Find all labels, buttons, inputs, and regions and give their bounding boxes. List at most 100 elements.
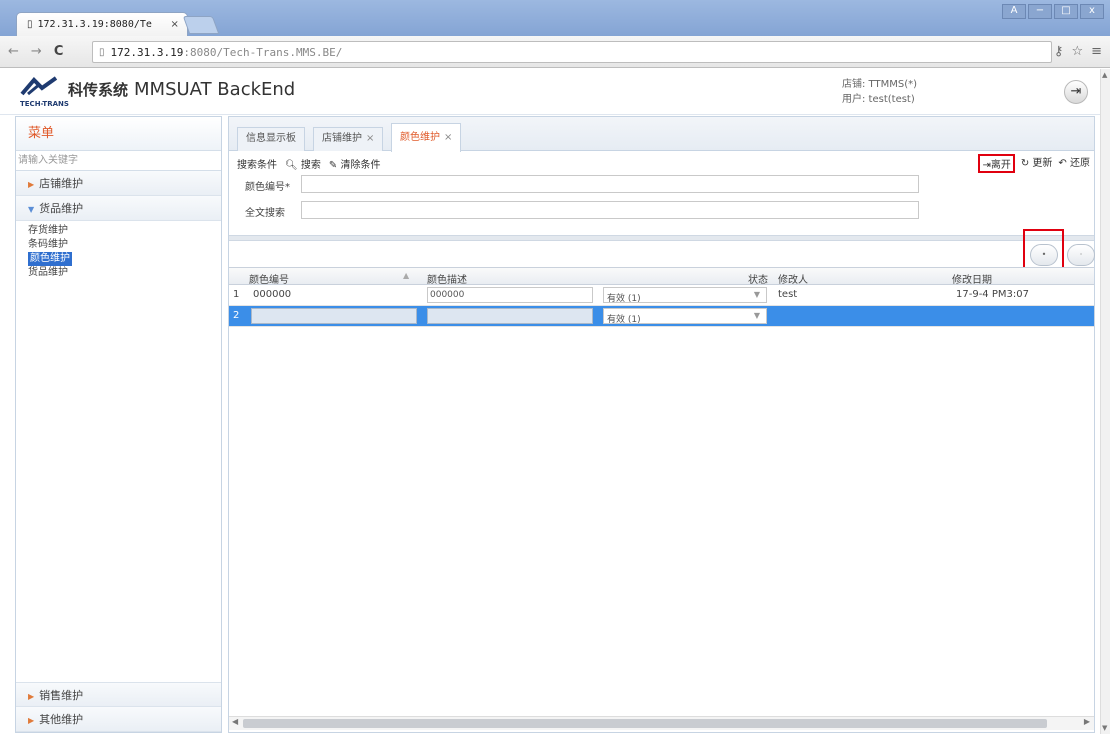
restore-button[interactable]: ↶ 还原 [1058, 154, 1090, 173]
dropdown-arrow-icon: ▼ [753, 311, 760, 320]
fulltext-input[interactable] [301, 201, 919, 219]
col-header-status[interactable]: 状态 [748, 271, 768, 286]
app-header: TECH-TRANS 科传系统 MMSUAT BackEnd 店铺: TTMMS(… [0, 69, 1100, 115]
refresh-icon: ↻ [1020, 158, 1030, 169]
menu-icon[interactable]: ≡ [1091, 44, 1102, 59]
cell-code[interactable]: 000000 [253, 289, 291, 300]
sort-icon: ▲ [403, 271, 410, 280]
sidebar-item-stock[interactable]: 存货维护 [28, 224, 221, 238]
star-icon[interactable]: ☆ [1071, 44, 1083, 59]
back-icon[interactable]: ← [8, 44, 19, 59]
sidebar-group-sales[interactable]: ▶ 销售维护 [16, 682, 221, 707]
search-toolbar: 搜索条件 🔍︎ 搜索 ✎ 清除条件 [237, 156, 380, 171]
data-grid: 颜色编号 ▲ 颜色描述 状态 修改人 修改日期 1 000000 000000 … [229, 267, 1094, 327]
row-number: 1 [233, 289, 240, 300]
maximize-button[interactable]: □ [1054, 4, 1078, 19]
highlight-box [1023, 229, 1064, 271]
new-tab-button[interactable] [182, 16, 220, 34]
brush-icon: ✎ [328, 160, 338, 171]
search-icon: 🔍︎ [285, 160, 298, 171]
browser-tab[interactable]: ▯ 172.31.3.19:8080/Te × [16, 12, 188, 36]
logout-button[interactable]: ⇥ [1064, 80, 1088, 104]
sidebar-title: 菜单 [16, 117, 221, 151]
close-tab-icon[interactable]: × [171, 19, 179, 30]
vertical-scrollbar[interactable]: ▲ ▼ [1100, 69, 1110, 734]
window-controls: A − □ x [1002, 4, 1104, 19]
url-host: 172.31.3.19 [110, 45, 184, 59]
remove-row-button[interactable]: · [1067, 244, 1095, 266]
sidebar-item-goods[interactable]: 货品维护 [28, 266, 221, 280]
tab-store[interactable]: 店铺维护 × [313, 127, 384, 151]
browser-toolbar: ← → C ▯ 172.31.3.19:8080/Tech-Trans.MMS.… [0, 36, 1110, 68]
cell-desc[interactable]: 000000 [427, 287, 593, 303]
fulltext-label: 全文搜索 [245, 208, 285, 219]
sidebar-group-store[interactable]: ▶ 店铺维护 [16, 171, 221, 196]
scroll-right-icon: ▶ [1083, 717, 1090, 726]
update-button[interactable]: ↻ 更新 [1021, 154, 1053, 173]
exit-icon: ⇥ [982, 160, 991, 171]
close-window-button[interactable]: x [1080, 4, 1104, 19]
scroll-thumb[interactable] [243, 719, 1047, 728]
leave-button[interactable]: ⇥离开 [978, 154, 1015, 173]
sidebar-search-input[interactable]: 请输入关键字 [16, 151, 221, 171]
logout-icon: ⇥ [1070, 84, 1082, 99]
caret-right-icon: ▶ [28, 692, 35, 701]
cell-code-input[interactable] [251, 308, 417, 324]
browser-titlebar: ▯ 172.31.3.19:8080/Te × A − □ x [0, 0, 1110, 36]
sidebar-item-barcode[interactable]: 条码维护 [28, 238, 221, 252]
user-info: 店铺: TTMMS(*) 用户: test(test) [842, 77, 917, 107]
browser-tab-title: 172.31.3.19:8080/Te [37, 19, 152, 30]
store-label: 店铺: TTMMS(*) [842, 79, 917, 90]
scroll-left-icon: ◀ [232, 717, 239, 726]
minimize-button[interactable]: − [1028, 4, 1052, 19]
dropdown-arrow-icon: ▼ [753, 290, 760, 299]
logo-icon [20, 76, 58, 96]
row-number: 2 [233, 310, 240, 321]
caret-down-icon: ▼ [28, 205, 35, 214]
search-button[interactable]: 🔍︎ 搜索 [285, 156, 321, 171]
close-icon[interactable]: × [366, 133, 374, 144]
profile-button[interactable]: A [1002, 4, 1026, 19]
cell-desc-input[interactable] [427, 308, 593, 324]
reload-icon[interactable]: C [54, 44, 64, 59]
col-header-modifier[interactable]: 修改人 [778, 271, 808, 286]
undo-icon: ↶ [1058, 158, 1067, 169]
forward-icon[interactable]: → [31, 44, 42, 59]
horizontal-scrollbar[interactable]: ◀ ▶ [229, 716, 1094, 730]
col-header-code[interactable]: 颜色编号 [249, 271, 289, 286]
table-row[interactable]: 1 000000 000000 有效 (1) ▼ test 17-9-4 PM3:… [229, 285, 1094, 306]
splitter[interactable] [229, 235, 1094, 241]
user-label: 用户: test(test) [842, 94, 915, 105]
scroll-up-icon: ▲ [1102, 71, 1108, 79]
close-icon[interactable]: × [444, 132, 452, 143]
caret-right-icon: ▶ [28, 716, 35, 725]
search-criteria-label: 搜索条件 [237, 160, 277, 171]
address-bar[interactable]: ▯ 172.31.3.19:8080/Tech-Trans.MMS.BE/ [92, 41, 1052, 63]
sidebar-item-color[interactable]: 颜色维护 [28, 252, 72, 266]
main-panel: 信息显示板 店铺维护 × 颜色维护 × 搜索条件 🔍︎ 搜索 ✎ 清除条件 ⇥离开 … [228, 116, 1095, 733]
page-icon: ▯ [27, 19, 33, 30]
status-select[interactable]: 有效 (1) ▼ [603, 308, 767, 325]
clear-button[interactable]: ✎ 清除条件 [329, 156, 381, 171]
tab-color[interactable]: 颜色维护 × [391, 123, 462, 152]
key-icon[interactable]: ⚷ [1054, 44, 1064, 59]
cell-modifier: test [778, 289, 798, 300]
cell-date: 17-9-4 PM3:07 [956, 289, 1029, 300]
sidebar-group-goods[interactable]: ▼ 货品维护 [16, 196, 221, 221]
sidebar-group-other[interactable]: ▶ 其他维护 [16, 707, 221, 732]
scroll-down-icon: ▼ [1102, 724, 1108, 732]
sidebar-subitems: 存货维护 条码维护 颜色维护 货品维护 [16, 221, 221, 280]
color-code-label: 颜色编号* [245, 182, 290, 193]
page-icon: ▯ [99, 46, 105, 58]
grid-header: 颜色编号 ▲ 颜色描述 状态 修改人 修改日期 [229, 267, 1094, 286]
color-code-input[interactable] [301, 175, 919, 193]
sidebar: 菜单 请输入关键字 ▶ 店铺维护 ▼ 货品维护 存货维护 条码维护 颜色维护 货品维… [15, 116, 222, 733]
tab-dashboard[interactable]: 信息显示板 [237, 127, 305, 151]
app-title: 科传系统 MMSUAT BackEnd [68, 79, 296, 100]
col-header-date[interactable]: 修改日期 [952, 271, 992, 286]
col-header-desc[interactable]: 颜色描述 [427, 271, 467, 286]
action-toolbar: ⇥离开 ↻ 更新 ↶ 还原 [978, 154, 1090, 173]
tab-bar: 信息显示板 店铺维护 × 颜色维护 × [229, 117, 1094, 152]
table-row-selected[interactable]: 2 有效 (1) ▼ [229, 306, 1094, 327]
status-select[interactable]: 有效 (1) ▼ [603, 287, 767, 304]
